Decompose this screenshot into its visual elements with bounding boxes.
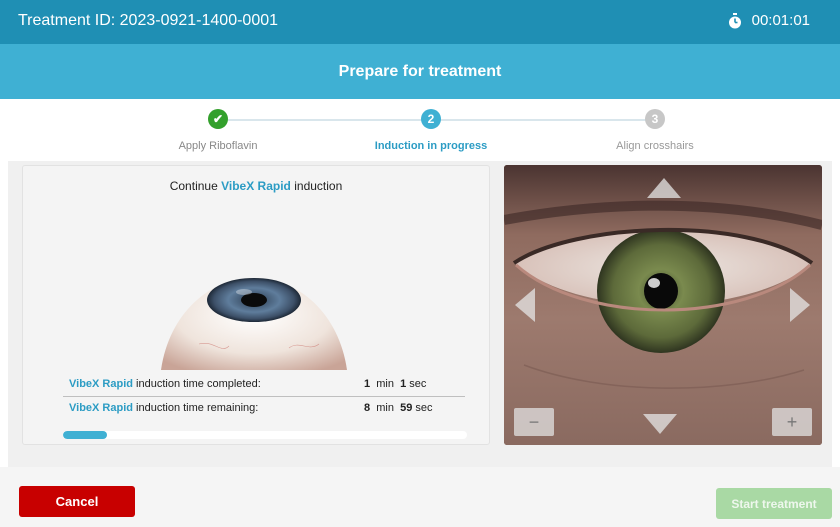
zoom-out-button[interactable]: − xyxy=(514,408,554,436)
arrow-left-icon[interactable] xyxy=(514,287,536,323)
elapsed-timer: 00:01:01 xyxy=(728,12,810,29)
divider xyxy=(63,396,465,397)
induction-panel: Continue VibeX Rapid induction VibeX Rap… xyxy=(22,165,490,445)
treatment-id: Treatment ID: 2023-0921-1400-0001 xyxy=(18,12,279,29)
step-apply-riboflavin: ✔ Apply Riboflavin xyxy=(128,109,308,152)
time-remaining-row: VibeX Rapid induction time remaining: 8 … xyxy=(69,402,433,414)
time-completed-row: VibeX Rapid induction time completed: 1 … xyxy=(69,378,427,390)
timer-value: 00:01:01 xyxy=(751,12,810,29)
top-bar: Treatment ID: 2023-0921-1400-0001 00:01:… xyxy=(0,0,840,44)
step-label: Apply Riboflavin xyxy=(178,140,258,152)
cancel-button[interactable]: Cancel xyxy=(19,486,135,517)
induction-progress-bar xyxy=(63,431,467,439)
step-number: 3 xyxy=(645,109,665,129)
step-number: 2 xyxy=(421,109,441,129)
camera-view: − + xyxy=(504,165,822,445)
step-align-crosshairs: 3 Align crosshairs xyxy=(565,109,745,152)
arrow-up-icon[interactable] xyxy=(646,177,682,199)
zoom-in-button[interactable]: + xyxy=(772,408,812,436)
arrow-down-icon[interactable] xyxy=(642,413,678,435)
induction-instruction: Continue VibeX Rapid induction xyxy=(169,179,343,193)
step-label: Align crosshairs xyxy=(616,140,694,152)
progress-fill xyxy=(63,431,108,439)
zoom-out-icon: − xyxy=(528,412,540,432)
start-treatment-button[interactable]: Start treatment xyxy=(716,488,832,519)
time-completed-value: 1 min 1 sec xyxy=(364,378,427,390)
page-title: Prepare for treatment xyxy=(0,44,840,99)
eye-camera-image xyxy=(504,165,822,445)
arrow-right-icon[interactable] xyxy=(789,287,811,323)
time-remaining-value: 8 min 59 sec xyxy=(364,402,433,414)
step-label: Induction in progress xyxy=(374,140,488,152)
zoom-in-icon: + xyxy=(786,412,798,432)
step-induction: 2 Induction in progress xyxy=(341,109,521,152)
stopwatch-icon xyxy=(728,12,742,29)
check-icon: ✔ xyxy=(208,109,228,129)
progress-stepper: ✔ Apply Riboflavin 2 Induction in progre… xyxy=(0,99,840,161)
eye-illustration xyxy=(161,278,347,370)
